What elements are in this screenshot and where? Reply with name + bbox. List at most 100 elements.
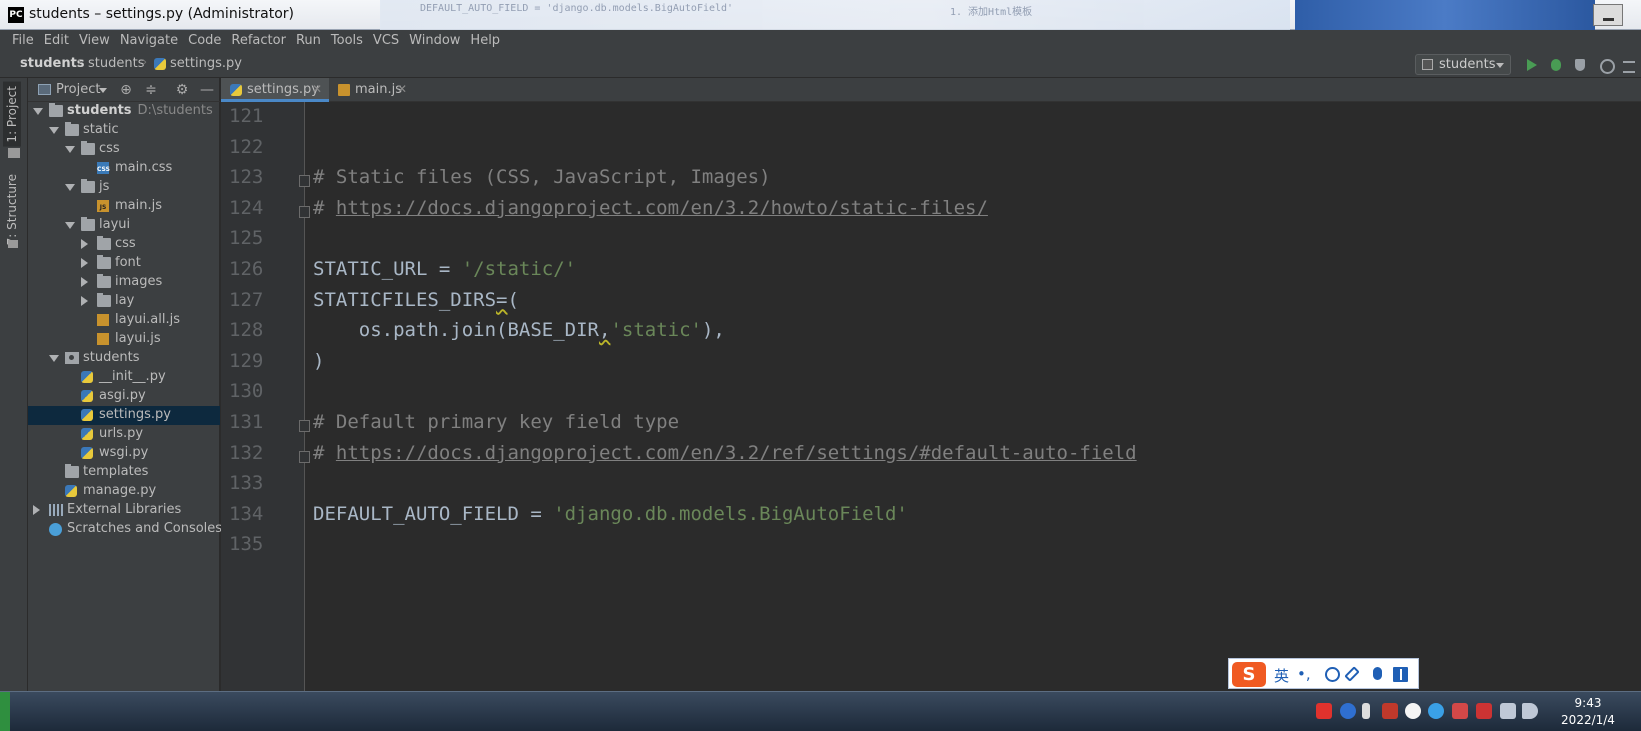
code-line[interactable]: ) <box>313 350 324 372</box>
tree-item[interactable]: layui.js <box>28 330 220 349</box>
more-actions-icon[interactable] <box>1620 56 1638 74</box>
project-view-select[interactable]: Project <box>56 82 100 97</box>
chevron-down-icon[interactable] <box>65 222 75 229</box>
tree-item[interactable]: Scratches and Consoles <box>28 520 222 539</box>
menu-window[interactable]: Window <box>406 30 463 52</box>
menu-tools[interactable]: Tools <box>328 30 366 52</box>
tree-item[interactable]: asgi.py <box>28 387 220 406</box>
chevron-down-icon[interactable] <box>65 146 75 153</box>
code-line[interactable]: os.path.join(BASE_DIR,'static'), <box>313 319 725 341</box>
chevron-right-icon[interactable] <box>81 296 88 306</box>
network-tray-icon[interactable] <box>1500 703 1516 719</box>
taskbar-clock[interactable]: 9:43 2022/1/4 <box>1548 695 1628 729</box>
chevron-right-icon[interactable] <box>81 239 88 249</box>
menu-vcs[interactable]: VCS <box>370 30 402 52</box>
app-tray-icon[interactable] <box>1382 703 1398 719</box>
fold-marker-icon[interactable] <box>299 450 310 463</box>
menu-help[interactable]: Help <box>467 30 503 52</box>
help-tray-icon[interactable] <box>1340 703 1356 719</box>
code-line[interactable]: STATIC_URL = '/static/' <box>313 258 576 280</box>
chevron-down-icon[interactable] <box>33 108 43 115</box>
structure-tool-tab[interactable]: 7: Structure <box>3 170 21 249</box>
code-line[interactable]: STATICFILES_DIRS=( <box>313 289 519 311</box>
tree-item[interactable]: js <box>28 178 220 197</box>
tree-item[interactable]: CSS main.css <box>28 159 220 178</box>
code-line[interactable]: # Static files (CSS, JavaScript, Images) <box>313 166 771 188</box>
run-icon[interactable] <box>1522 56 1540 74</box>
locate-icon[interactable]: ⊕ <box>119 83 133 97</box>
fold-marker-icon[interactable] <box>299 205 310 218</box>
debug-icon[interactable] <box>1547 56 1565 74</box>
gear-icon[interactable]: ⚙ <box>175 83 189 97</box>
menu-file[interactable]: File <box>9 30 37 52</box>
tree-item[interactable]: manage.py <box>28 482 220 501</box>
tree-item[interactable]: css <box>28 140 220 159</box>
tree-item[interactable]: layui <box>28 216 220 235</box>
menu-view[interactable]: View <box>76 30 113 52</box>
tree-item[interactable]: JS main.js <box>28 197 220 216</box>
tree-item[interactable]: layui.all.js <box>28 311 220 330</box>
emoji-icon[interactable] <box>1325 667 1340 682</box>
code-line[interactable]: # https://docs.djangoproject.com/en/3.2/… <box>313 442 1137 464</box>
sogou-tray-icon[interactable] <box>1316 703 1332 719</box>
code-line[interactable]: # https://docs.djangoproject.com/en/3.2/… <box>313 197 988 219</box>
tree-item[interactable]: css <box>28 235 220 254</box>
collapse-all-icon[interactable]: ≑ <box>144 83 158 97</box>
menu-run[interactable]: Run <box>293 30 324 52</box>
tree-item[interactable]: settings.py <box>28 406 220 425</box>
tray-overflow-icon[interactable] <box>1362 703 1370 719</box>
menu-navigate[interactable]: Navigate <box>117 30 181 52</box>
tree-item[interactable]: static <box>28 121 220 140</box>
chevron-down-icon[interactable] <box>49 355 59 362</box>
chevron-down-icon[interactable] <box>65 184 75 191</box>
ime-punctuation-mode[interactable]: •, <box>1297 665 1311 683</box>
close-icon[interactable]: ✕ <box>397 82 407 96</box>
microphone-icon[interactable] <box>1373 667 1382 680</box>
start-button[interactable] <box>0 692 10 731</box>
minimize-button[interactable] <box>1593 4 1623 26</box>
tree-item[interactable]: students D:\students <box>28 102 220 121</box>
breadcrumb-package[interactable]: students <box>88 56 144 71</box>
code-line[interactable]: DEFAULT_AUTO_FIELD = 'django.db.models.B… <box>313 503 908 525</box>
cloud-tray-icon[interactable] <box>1428 703 1444 719</box>
qq-tray-icon[interactable] <box>1405 703 1421 719</box>
tree-item[interactable]: font <box>28 254 220 273</box>
menu-code[interactable]: Code <box>185 30 224 52</box>
tree-item[interactable]: lay <box>28 292 220 311</box>
ime-language-mode[interactable]: 英 <box>1274 665 1289 686</box>
tree-item[interactable]: templates <box>28 463 220 482</box>
minimize-panel-icon[interactable]: — <box>200 83 214 97</box>
chevron-right-icon[interactable] <box>81 277 88 287</box>
chevron-down-icon[interactable] <box>49 127 59 134</box>
tab-settings-py[interactable]: settings.py ✕ <box>221 78 329 102</box>
run-configuration-select[interactable]: students <box>1415 54 1511 75</box>
tree-item[interactable]: External Libraries <box>28 501 220 520</box>
fold-marker-icon[interactable] <box>299 420 310 432</box>
tree-item[interactable]: students <box>28 349 220 368</box>
tree-item[interactable]: wsgi.py <box>28 444 220 463</box>
profile-icon[interactable] <box>1597 56 1615 74</box>
chevron-right-icon[interactable] <box>33 505 40 515</box>
toolbox-icon[interactable] <box>1393 667 1408 682</box>
chevron-down-icon[interactable] <box>99 88 107 93</box>
chevron-right-icon[interactable] <box>81 258 88 268</box>
menu-refactor[interactable]: Refactor <box>228 30 289 52</box>
tab-main-js[interactable]: main.js ✕ <box>329 78 413 102</box>
sogou-logo-icon[interactable]: S <box>1232 662 1266 687</box>
volume-tray-icon[interactable] <box>1522 703 1538 719</box>
pen-icon[interactable] <box>1344 666 1360 682</box>
code-editor[interactable]: 121 122 123 124 125 126 127 128 129 130 131 132 133 1… <box>221 102 1641 691</box>
coverage-icon[interactable] <box>1572 56 1590 74</box>
breadcrumb-project[interactable]: students <box>20 56 85 71</box>
tree-item[interactable]: __init__.py <box>28 368 220 387</box>
close-icon[interactable]: ✕ <box>312 82 322 96</box>
device-tray-icon[interactable] <box>1476 703 1492 719</box>
tree-item[interactable]: urls.py <box>28 425 220 444</box>
project-tool-tab[interactable]: 1: Project <box>3 82 21 147</box>
fold-marker-icon[interactable] <box>299 175 310 188</box>
menu-edit[interactable]: Edit <box>41 30 72 52</box>
breadcrumb-file[interactable]: settings.py <box>170 56 242 71</box>
security-tray-icon[interactable] <box>1452 703 1468 719</box>
code-line[interactable]: # Default primary key field type <box>313 411 679 433</box>
tree-item[interactable]: images <box>28 273 220 292</box>
